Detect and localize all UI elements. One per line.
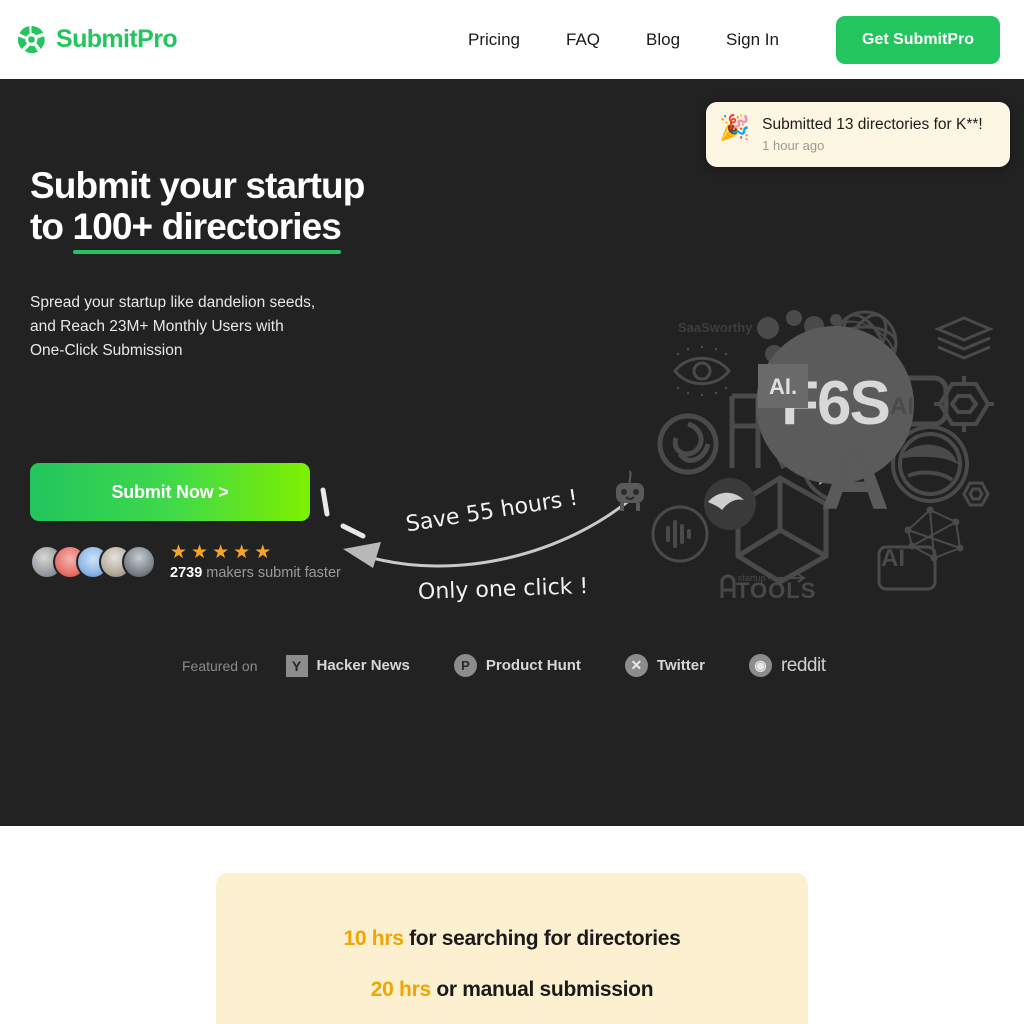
stat-row: 10 hrs for searching for directories (216, 928, 808, 949)
featured-product-hunt[interactable]: P Product Hunt (453, 654, 581, 678)
nav-link-sign-in[interactable]: Sign In (703, 30, 802, 50)
headline-line-1: Submit your startup (30, 165, 365, 206)
product-hunt-icon: P (453, 654, 477, 678)
time-cost-card: 10 hrs for searching for directories 20 … (216, 873, 808, 1024)
brand-name: SubmitPro (56, 25, 178, 53)
stat-hours: 10 hrs (343, 927, 404, 950)
toast-timestamp: 1 hour ago (762, 138, 825, 154)
star-icon: ★ (212, 542, 230, 564)
stat-row: 20 hrs or manual submission (216, 979, 808, 1000)
main-nav: Pricing FAQ Blog Sign In Get SubmitPro (445, 15, 1000, 64)
featured-name: Product Hunt (485, 657, 581, 675)
hero-section: F6S AI. AI AI A SaaSworthy startup TOOLS (0, 79, 1024, 826)
submit-now-button[interactable]: Submit Now > (30, 463, 310, 522)
featured-twitter[interactable]: ✕ Twitter (624, 654, 705, 678)
reddit-icon: ◉ (748, 654, 772, 678)
nav-link-faq[interactable]: FAQ (543, 30, 623, 50)
star-rating: ★ ★ ★ ★ ★ (170, 543, 341, 562)
nav-link-pricing[interactable]: Pricing (445, 30, 543, 50)
toast-title: Submitted 13 directories for K**! (762, 116, 983, 133)
pinwheel-logo-icon (16, 24, 47, 55)
brand-logo[interactable]: SubmitPro (16, 24, 178, 55)
featured-hacker-news[interactable]: Y Hacker News (285, 654, 410, 677)
star-icon: ★ (170, 542, 188, 564)
stat-hours: 20 hrs (370, 978, 431, 1001)
twitter-x-icon: ✕ (624, 654, 648, 678)
avatar (122, 545, 156, 580)
headline-highlight: 100+ directories (72, 205, 342, 255)
hacker-news-icon: Y (285, 654, 308, 677)
get-submitpro-button[interactable]: Get SubmitPro (835, 15, 1000, 64)
featured-name: Twitter (656, 657, 705, 675)
star-icon: ★ (254, 542, 272, 564)
headline-line-2-prefix: to (30, 205, 73, 247)
avatar-stack (30, 545, 156, 580)
page-title: Submit your startup to 100+ directories (30, 165, 994, 255)
time-cost-section: 10 hrs for searching for directories 20 … (0, 826, 1024, 1024)
featured-name: reddit (780, 654, 826, 676)
hero-subheading: Spread your startup like dandelion seeds… (30, 294, 316, 360)
nav-link-blog[interactable]: Blog (623, 30, 703, 50)
notification-toast[interactable]: 🎉 Submitted 13 directories for K**! 1 ho… (706, 102, 1010, 168)
social-proof: ★ ★ ★ ★ ★ 2739 makers submit faster (30, 543, 994, 581)
featured-name: Hacker News (316, 657, 410, 675)
star-icon: ★ (191, 542, 209, 564)
featured-on-label: Featured on (182, 657, 258, 674)
makers-text: makers submit faster (202, 565, 341, 582)
featured-reddit[interactable]: ◉ reddit (748, 654, 826, 678)
featured-on-row: Featured on Y Hacker News P Product Hunt… (30, 654, 994, 678)
makers-count-label: 2739 makers submit faster (170, 565, 341, 581)
star-icon: ★ (233, 542, 251, 564)
makers-count: 2739 (170, 565, 203, 582)
party-popper-icon: 🎉 (719, 114, 751, 142)
site-header: SubmitPro Pricing FAQ Blog Sign In Get S… (0, 0, 1024, 79)
stat-text: for searching for directories (403, 927, 681, 950)
stat-text: or manual submission (430, 978, 654, 1001)
